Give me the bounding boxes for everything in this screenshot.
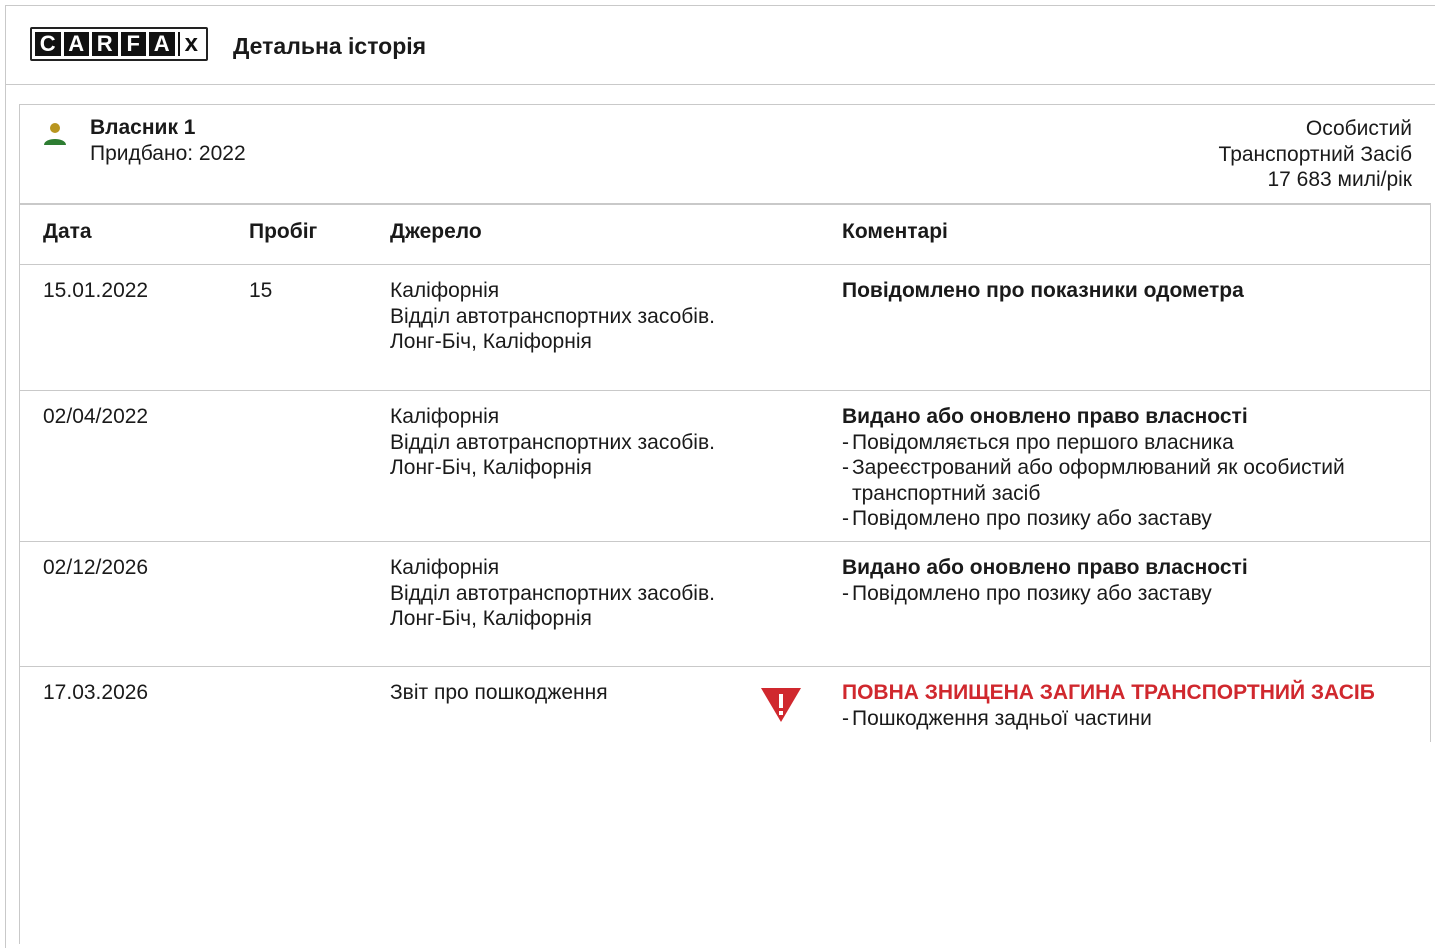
owner-purchased: Придбано: 2022: [90, 142, 246, 165]
row-comments: ПОВНА ЗНИЩЕНА ЗАГИНА ТРАНСПОРТНИЙ ЗАСІБ …: [842, 680, 1412, 731]
row-source: Звіт про пошкодження: [390, 680, 720, 706]
row-date: 17.03.2026: [43, 681, 149, 704]
page-title: Детальна історія: [233, 33, 427, 59]
row-mileage: 15: [249, 279, 273, 302]
source-line: Відділ автотранспортних засобів.: [390, 581, 715, 605]
source-line: Лонг-Біч, Каліфорнія: [390, 330, 592, 353]
comment-item: Зареєстрований або оформлюваний як особи…: [842, 455, 1412, 506]
comment-item: Повідомлено про позику або заставу: [842, 506, 1412, 532]
table-row: 02/04/2022 Каліфорнія Відділ автотранспо…: [20, 391, 1430, 542]
vehicle-type-line2: Транспортний Засіб: [1218, 142, 1412, 166]
source-line: Каліфорнія: [390, 405, 500, 428]
column-header-mileage: Пробіг: [249, 220, 318, 243]
table-row: 15.01.2022 15 Каліфорнія Відділ автотран…: [20, 265, 1430, 391]
row-date: 02/04/2022: [43, 405, 149, 428]
source-line: Звіт про пошкодження: [390, 681, 608, 704]
row-source: Каліфорнія Відділ автотранспортних засоб…: [390, 404, 720, 481]
owner-vehicle-info: Особистий Транспортний Засіб 17 683 милі…: [1219, 116, 1412, 193]
comment-item: Повідомлено про позику або заставу: [842, 581, 1412, 607]
mileage-per-year: 17 683 милі/рік: [1267, 168, 1412, 191]
source-line: Відділ автотранспортних засобів.: [390, 430, 715, 454]
history-table: Дата Пробіг Джерело Коментарі 15.01.2022…: [19, 203, 1431, 742]
table-header-row: Дата Пробіг Джерело Коментарі: [20, 205, 1430, 265]
row-source: Каліфорнія Відділ автотранспортних засоб…: [390, 278, 720, 355]
column-header-comments: Коментарі: [842, 220, 948, 243]
row-comments: Повідомлено про показники одометра: [842, 278, 1412, 304]
report-header: C A R F A x Детальна історія: [5, 5, 1435, 85]
source-line: Каліфорнія: [390, 279, 500, 302]
alert-triangle-icon: [761, 688, 801, 722]
vehicle-type-line1: Особистий: [1305, 117, 1412, 140]
row-source: Каліфорнія Відділ автотранспортних засоб…: [390, 555, 720, 632]
comment-title: Видано або оновлено право власності: [842, 405, 1248, 428]
comment-list: Пошкодження задньої частини: [842, 706, 1412, 732]
logo-letter: A: [149, 32, 175, 56]
column-header-date: Дата: [43, 220, 92, 243]
comment-item: Повідомляється про першого власника: [842, 430, 1412, 456]
row-date: 15.01.2022: [43, 279, 149, 302]
row-comments: Видано або оновлено право власності Пові…: [842, 404, 1412, 532]
source-line: Лонг-Біч, Каліфорнія: [390, 607, 592, 630]
owner-name: Власник 1: [90, 116, 196, 139]
logo-letter: R: [92, 32, 118, 56]
comment-title: Видано або оновлено право власності: [842, 556, 1248, 579]
source-line: Лонг-Біч, Каліфорнія: [390, 456, 592, 479]
comment-title-alert: ПОВНА ЗНИЩЕНА ЗАГИНА ТРАНСПОРТНИЙ ЗАСІБ: [842, 681, 1375, 704]
table-row: 02/12/2026 Каліфорнія Відділ автотранспо…: [20, 542, 1430, 667]
source-line: Каліфорнія: [390, 556, 500, 579]
comment-list: Повідомлено про позику або заставу: [842, 581, 1412, 607]
source-line: Відділ автотранспортних засобів.: [390, 304, 715, 328]
table-row: 17.03.2026 Звіт про пошкодження ПОВНА ЗН…: [20, 667, 1430, 742]
row-comments: Видано або оновлено право власності Пові…: [842, 555, 1412, 606]
comment-item: Пошкодження задньої частини: [842, 706, 1412, 732]
carfax-logo[interactable]: C A R F A x: [30, 27, 208, 61]
comment-title: Повідомлено про показники одометра: [842, 279, 1244, 302]
person-icon: [44, 123, 66, 145]
logo-letter: F: [120, 32, 146, 56]
logo-letter: C: [35, 32, 61, 56]
logo-letter: x: [177, 32, 204, 56]
column-header-source: Джерело: [390, 220, 482, 243]
comment-list: Повідомляється про першого власника Заре…: [842, 430, 1412, 532]
row-date: 02/12/2026: [43, 556, 149, 579]
logo-letter: A: [63, 32, 89, 56]
